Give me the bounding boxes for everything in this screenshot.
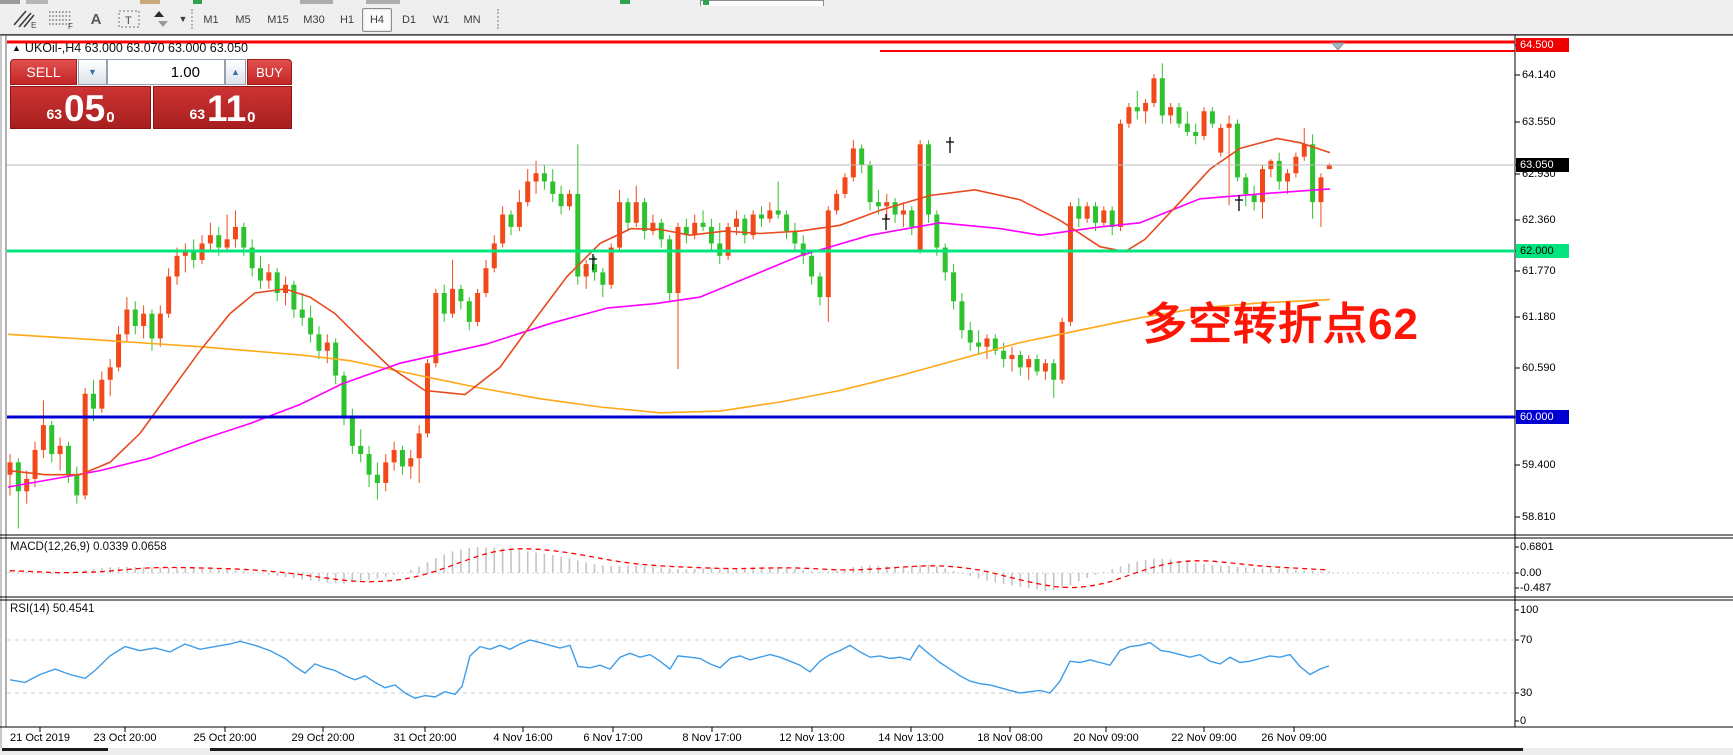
price-axis-badge: 64.500 — [1516, 38, 1569, 52]
crosshair-mark-icon — [946, 137, 954, 153]
time-axis-label[interactable]: 25 Oct 20:00 — [194, 732, 257, 744]
rsi-axis-label: 30 — [1520, 687, 1533, 699]
sell-price-sup: 0 — [106, 109, 115, 126]
price-axis-label: 63.550 — [1522, 116, 1556, 128]
time-axis-label[interactable]: 18 Nov 08:00 — [977, 732, 1042, 744]
price-axis-label: 60.590 — [1522, 362, 1556, 374]
buy-price-sup: 0 — [247, 109, 256, 126]
time-axis-label[interactable]: 20 Nov 09:00 — [1073, 732, 1138, 744]
time-axis-label[interactable]: 23 Oct 20:00 — [94, 732, 157, 744]
time-axis-label[interactable]: 29 Oct 20:00 — [292, 732, 355, 744]
rsi-line — [9, 639, 1330, 700]
volume-input[interactable] — [107, 59, 225, 85]
rsi-axis-label: 0 — [1520, 715, 1527, 727]
time-axis-label[interactable]: 8 Nov 17:00 — [682, 732, 741, 744]
time-axis-label[interactable]: 4 Nov 16:00 — [493, 732, 552, 744]
sell-price-prefix: 63 — [46, 106, 63, 122]
price-axis-label: 61.770 — [1522, 265, 1556, 277]
sell-button[interactable]: SELL — [10, 59, 77, 85]
price-axis-label: 58.810 — [1522, 511, 1556, 523]
time-axis-label[interactable]: 31 Oct 20:00 — [394, 732, 457, 744]
macd-axis-label: 0.6801 — [1520, 541, 1554, 553]
price-axis-badge: 60.000 — [1516, 410, 1569, 424]
chart-title: ▲ UKOil-,H4 63.000 63.070 63.000 63.050 — [12, 41, 248, 55]
buy-button[interactable]: BUY — [247, 59, 292, 85]
macd-label: MACD(12,26,9) 0.0339 0.0658 — [10, 541, 167, 553]
price-axis-badge: 62.000 — [1516, 244, 1569, 258]
rsi-axis-label: 70 — [1520, 634, 1533, 646]
macd-axis-label: 0.00 — [1520, 567, 1542, 579]
mt4-window: E F A T ▼ M1 M5 M15 M30 H1 H4 D1 W1 MN ▲… — [0, 0, 1733, 755]
price-axis-label: 62.360 — [1522, 214, 1556, 226]
price-axis-label: 64.140 — [1522, 69, 1556, 81]
time-axis-label[interactable]: 26 Nov 09:00 — [1261, 732, 1326, 744]
buy-price-big: 11 — [207, 88, 247, 129]
macd-axis-label: -0.487 — [1520, 582, 1552, 594]
symbol-ohlc-text: UKOil-,H4 63.000 63.070 63.000 63.050 — [24, 41, 248, 55]
rsi-label: RSI(14) 50.4541 — [10, 603, 95, 615]
buy-price-box[interactable]: 63 11 0 — [153, 86, 292, 129]
volume-decrease-button[interactable]: ▼ — [78, 59, 107, 85]
price-axis-badge: 63.050 — [1516, 158, 1569, 172]
price-axis-label: 61.180 — [1522, 311, 1556, 323]
price-axis-label: 59.400 — [1522, 459, 1556, 471]
ma-slow — [7, 298, 1331, 414]
ma-fast — [7, 137, 1331, 476]
time-axis-label[interactable]: 14 Nov 13:00 — [878, 732, 943, 744]
macd-signal-line — [9, 548, 1330, 589]
one-click-trade-panel: SELL ▼ ▲ BUY 63050 63110 — [8, 58, 292, 129]
time-axis-label[interactable]: 22 Nov 09:00 — [1171, 732, 1236, 744]
collapse-icon[interactable]: ▲ — [12, 43, 21, 53]
sell-price-box[interactable]: 63 05 0 — [10, 86, 151, 129]
object-anchor-icon — [1330, 42, 1346, 51]
rsi-axis-label: 100 — [1520, 604, 1539, 616]
crosshair-mark-icon — [882, 214, 890, 230]
time-axis-label[interactable]: 12 Nov 13:00 — [779, 732, 844, 744]
time-axis-label[interactable]: 6 Nov 17:00 — [583, 732, 642, 744]
time-axis-label[interactable]: 21 Oct 2019 — [10, 732, 70, 744]
chart-annotation-text: 多空转折点62 — [1143, 300, 1419, 349]
buy-price-prefix: 63 — [189, 106, 206, 122]
volume-increase-button[interactable]: ▲ — [225, 59, 246, 85]
ma-mid — [7, 188, 1331, 488]
crosshair-mark-icon — [1235, 195, 1243, 211]
sell-price-big: 05 — [64, 88, 106, 129]
